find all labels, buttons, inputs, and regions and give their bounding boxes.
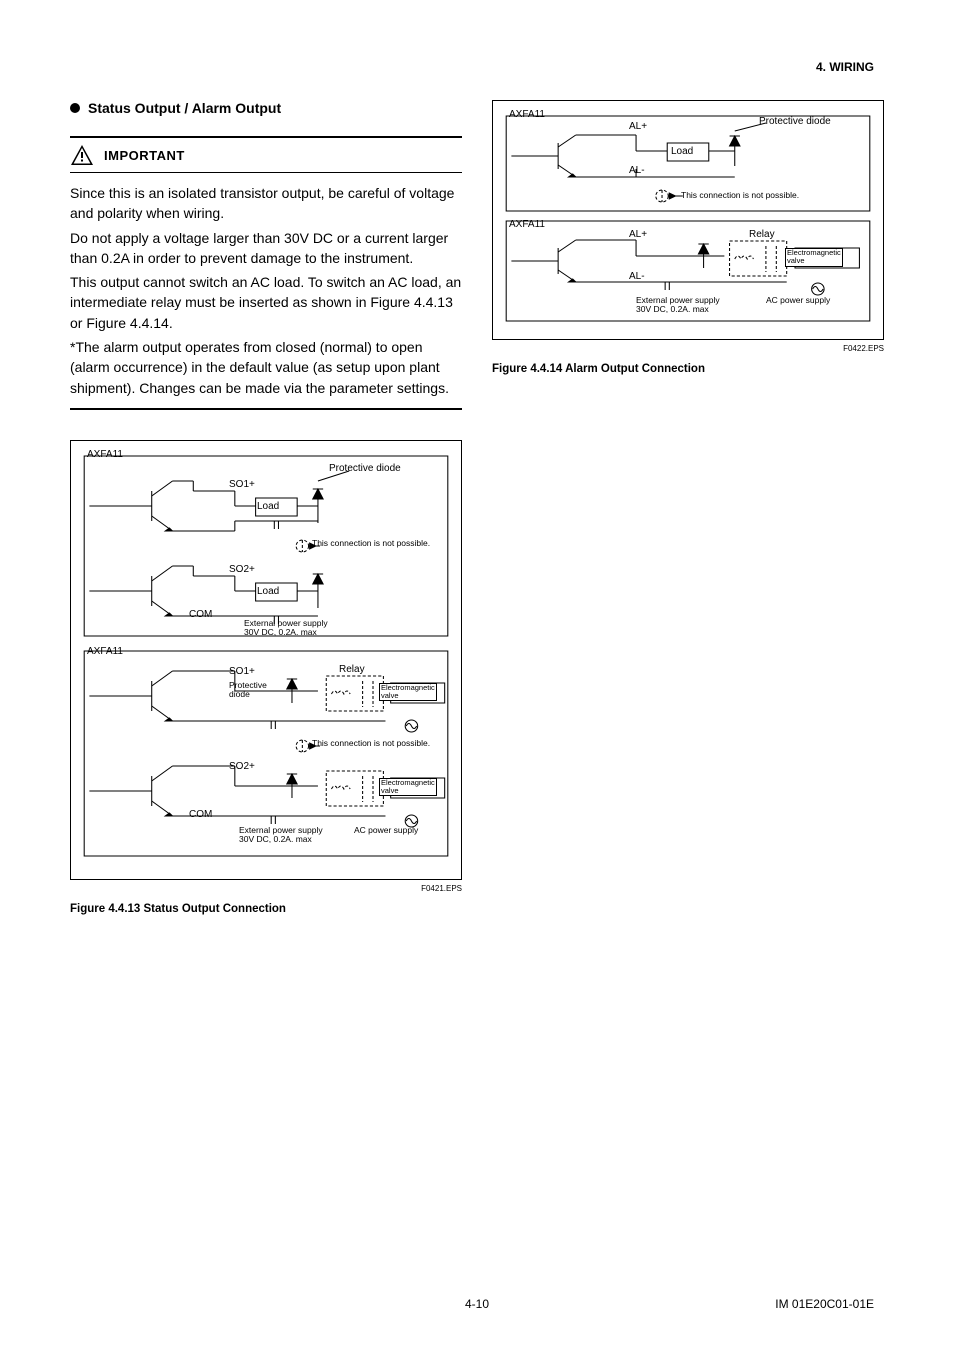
para-4: *The alarm output operates from closed (… — [70, 337, 462, 398]
fig14-caption: Figure 4.4.14 Alarm Output Connection — [492, 363, 884, 375]
header-section: 4. WIRING — [816, 60, 874, 74]
al-plus-1: AL+ — [629, 121, 647, 132]
so2-label: SO2+ — [229, 564, 255, 575]
relay-label-1: Relay — [339, 664, 365, 675]
section-title: Status Output / Alarm Output — [88, 100, 281, 116]
relay-label-2: Relay — [749, 229, 775, 240]
ext-supply-2: External power supply 30V DC, 0.2A. max — [239, 826, 323, 845]
warning-icon — [70, 144, 94, 166]
not-possible-1: This connection is not possible. — [312, 539, 430, 548]
prot-diode-2: Protective diode — [229, 681, 267, 700]
para-1: Since this is an isolated transistor out… — [70, 183, 462, 224]
em-valve-1: Electromagnetic valve — [379, 683, 437, 702]
footer: 4-10 IM 01E20C01-01E — [0, 1297, 954, 1311]
para-3: This output cannot switch an AC load. To… — [70, 272, 462, 333]
load-label-2: Load — [257, 586, 279, 597]
prot-diode-3: Protective diode — [759, 116, 831, 127]
ext-supply-1: External power supply 30V DC, 0.2A. max — [244, 619, 328, 638]
figure-14-frame: AXFA11 AL+ Load Protective diode AL- Thi… — [492, 100, 884, 340]
axfa-label-4: AXFA11 — [509, 219, 545, 230]
not-possible-2: This connection is not possible. — [312, 739, 430, 748]
al-minus-2: AL- — [629, 271, 645, 282]
load-label-3: Load — [671, 146, 693, 157]
ac-supply-1: AC power supply — [354, 826, 418, 835]
not-possible-3: This connection is not possible. — [681, 191, 799, 200]
bullet-icon — [70, 103, 80, 113]
important-label: IMPORTANT — [104, 148, 185, 163]
com-label-2: COM — [189, 809, 212, 820]
so1-label: SO1+ — [229, 479, 255, 490]
para-2: Do not apply a voltage larger than 30V D… — [70, 228, 462, 269]
ac-supply-2: AC power supply — [766, 296, 830, 305]
section-heading: Status Output / Alarm Output — [70, 100, 462, 116]
figure-13-diagram: AXFA11 SO1+ Load Protective diode This c… — [79, 451, 453, 871]
fig13-caption: Figure 4.4.13 Status Output Connection — [70, 903, 462, 915]
doc-id: IM 01E20C01-01E — [775, 1297, 874, 1311]
axfa-label-1: AXFA11 — [87, 449, 123, 460]
al-plus-2: AL+ — [629, 229, 647, 240]
load-label-1: Load — [257, 501, 279, 512]
ext-supply-3: External power supply 30V DC, 0.2A. max — [636, 296, 720, 315]
fig14-eps: F0422.EPS — [492, 344, 884, 353]
axfa-label-3: AXFA11 — [509, 109, 545, 120]
figure-13-frame: AXFA11 SO1+ Load Protective diode This c… — [70, 440, 462, 880]
left-column: Status Output / Alarm Output IMPORTANT S… — [70, 100, 462, 935]
so1-label-b: SO1+ — [229, 666, 255, 677]
prot-diode-label-1: Protective diode — [329, 463, 401, 474]
figure-13-svg — [79, 451, 453, 871]
figure-14-diagram: AXFA11 AL+ Load Protective diode AL- Thi… — [501, 111, 875, 331]
axfa-label-2: AXFA11 — [87, 646, 123, 657]
rule — [70, 408, 462, 410]
em-valve-2: Electromagnetic valve — [379, 778, 437, 797]
so2-label-b: SO2+ — [229, 761, 255, 772]
page-number: 4-10 — [465, 1297, 489, 1311]
right-column: AXFA11 AL+ Load Protective diode AL- Thi… — [492, 100, 884, 935]
com-label-1: COM — [189, 609, 212, 620]
al-minus-1: AL- — [629, 165, 645, 176]
fig13-eps: F0421.EPS — [70, 884, 462, 893]
em-valve-3: Electromagnetic valve — [785, 248, 843, 267]
important-box: IMPORTANT — [70, 136, 462, 173]
